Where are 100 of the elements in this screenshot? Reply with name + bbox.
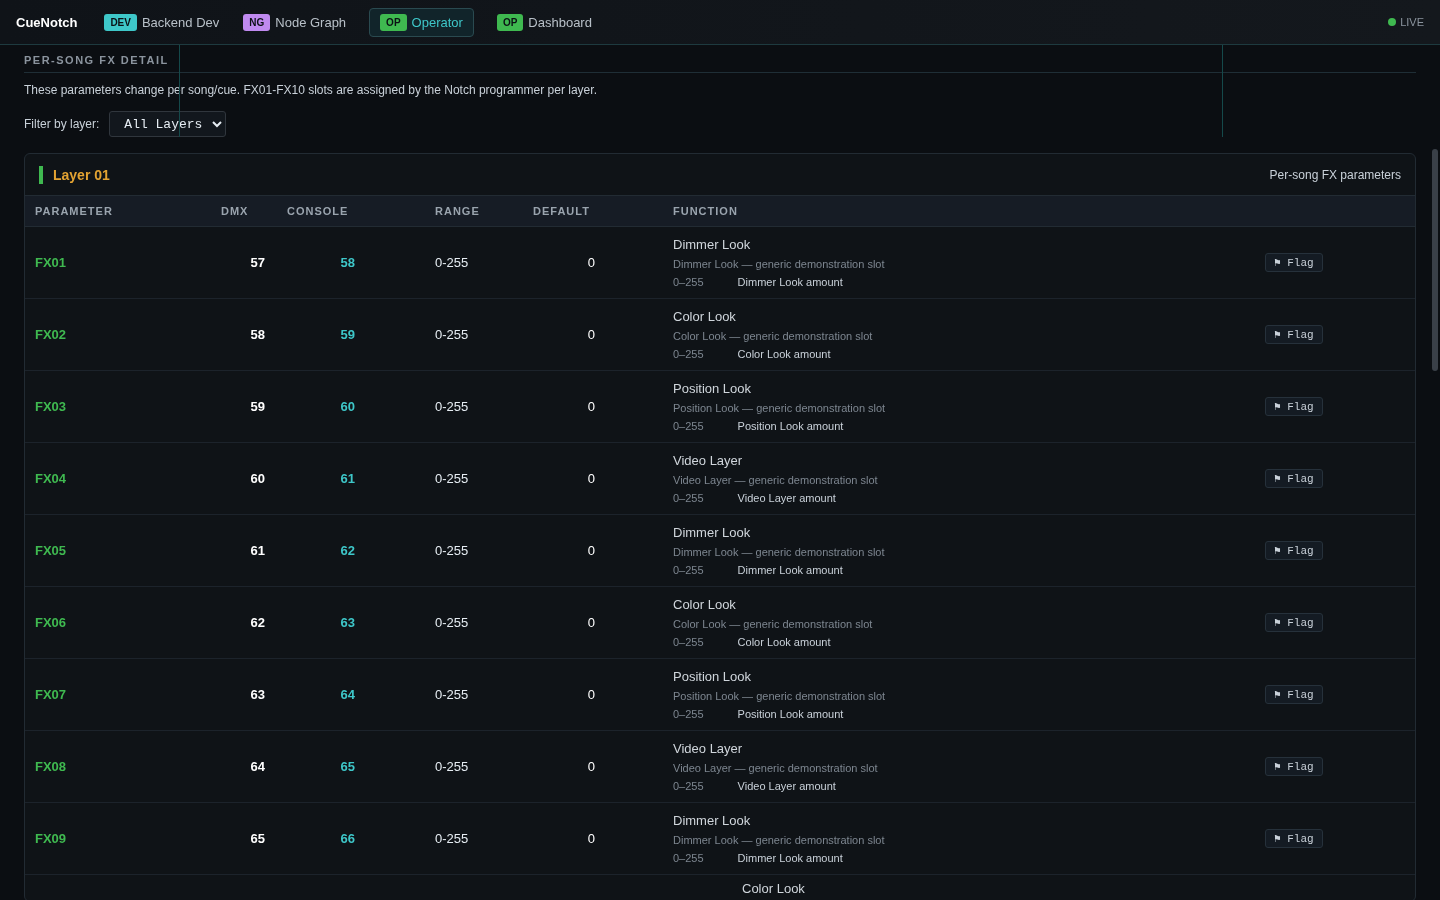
flag-button[interactable]: ⚑ Flag: [1265, 541, 1323, 560]
default-cell-text: 0: [586, 255, 595, 270]
function-range: 0–255: [673, 420, 704, 432]
function-description: Position Look — generic demonstration slot: [673, 690, 887, 702]
flag-button[interactable]: ⚑ Flag: [1265, 397, 1323, 416]
layer-subtitle: Per-song FX parameters: [1269, 167, 1401, 182]
mode-badge: NG: [243, 13, 271, 31]
dmx-cell-text: 62: [249, 615, 265, 630]
layer-filter-dropdown[interactable]: All Layers: [109, 111, 227, 137]
function-title: Position Look: [673, 381, 753, 396]
function-description: Video Layer — generic demonstration slot: [673, 762, 879, 774]
range-cell-text: 0-255: [434, 759, 470, 774]
flag-button[interactable]: ⚑ Flag: [1265, 613, 1323, 632]
flag-button[interactable]: ⚑ Flag: [1265, 253, 1323, 272]
function-range: 0–255: [673, 708, 704, 720]
parameter-cell-text: FX05: [34, 543, 68, 558]
column-header: DMX: [220, 205, 250, 217]
console-cell-text: 60: [339, 399, 355, 414]
function-title: Video Layer: [673, 453, 744, 468]
nav-tab[interactable]: OP Operator: [369, 7, 474, 37]
function-title: Color Look: [673, 309, 737, 324]
default-cell-text: 0: [586, 471, 595, 486]
function-amount-label: Video Layer amount: [737, 492, 836, 504]
console-cell-text: 66: [339, 831, 355, 846]
function-title: Color Look: [673, 597, 737, 612]
parameter-cell-text: FX01: [34, 255, 68, 270]
mode-badge: OP: [380, 13, 407, 31]
default-cell-text: 0: [586, 831, 595, 846]
console-cell-text: 63: [339, 615, 355, 630]
dmx-cell-text: 60: [249, 471, 265, 486]
function-amount-label: Position Look amount: [737, 420, 844, 432]
console-cell-text: 61: [339, 471, 355, 486]
parameter-cell-text: FX04: [34, 471, 68, 486]
flag-button[interactable]: ⚑ Flag: [1265, 829, 1323, 848]
function-amount-label: Position Look amount: [737, 708, 844, 720]
range-cell-text: 0-255: [434, 543, 470, 558]
function-title: Position Look: [673, 669, 753, 684]
console-cell-text: 64: [339, 687, 355, 702]
parameter-cell-text: FX06: [34, 615, 68, 630]
function-description: Dimmer Look — generic demonstration slot: [673, 834, 886, 846]
range-cell-text: 0-255: [434, 327, 470, 342]
function-title: Color Look: [742, 881, 806, 896]
range-cell-text: 0-255: [434, 687, 470, 702]
flag-button[interactable]: ⚑ Flag: [1265, 325, 1323, 344]
mode-badge: DEV: [104, 13, 137, 31]
flag-button[interactable]: ⚑ Flag: [1265, 757, 1323, 776]
function-amount-label: Dimmer Look amount: [737, 564, 843, 576]
nav-tab[interactable]: NG Node Graph: [242, 8, 348, 36]
parameter-cell-text: FX07: [34, 687, 68, 702]
flag-button[interactable]: ⚑ Flag: [1265, 469, 1323, 488]
function-title: Dimmer Look: [673, 525, 752, 540]
function-description: Position Look — generic demonstration slot: [673, 402, 887, 414]
nav-tab[interactable]: DEV Backend Dev: [103, 8, 221, 36]
console-cell-text: 62: [339, 543, 355, 558]
flag-button[interactable]: ⚑ Flag: [1265, 685, 1323, 704]
function-range: 0–255: [673, 564, 704, 576]
range-cell-text: 0-255: [434, 471, 470, 486]
function-description: Dimmer Look — generic demonstration slot: [673, 258, 886, 270]
function-title: Video Layer: [673, 741, 744, 756]
dmx-cell-text: 59: [249, 399, 265, 414]
function-amount-label: Dimmer Look amount: [737, 276, 843, 288]
dmx-cell-text: 63: [249, 687, 265, 702]
default-cell-text: 0: [586, 327, 595, 342]
default-cell-text: 0: [586, 687, 595, 702]
function-description: Color Look — generic demonstration slot: [673, 330, 874, 342]
dmx-cell-text: 61: [249, 543, 265, 558]
console-cell-text: 58: [339, 255, 355, 270]
range-cell-text: 0-255: [434, 255, 470, 270]
function-range: 0–255: [673, 348, 704, 360]
parameter-cell-text: FX02: [34, 327, 68, 342]
function-description: Color Look — generic demonstration slot: [673, 618, 874, 630]
console-cell-text: 59: [339, 327, 355, 342]
parameter-cell-text: FX03: [34, 399, 68, 414]
function-range: 0–255: [673, 852, 704, 864]
function-range: 0–255: [673, 276, 704, 288]
parameter-cell-text: FX09: [34, 831, 68, 846]
default-cell-text: 0: [586, 399, 595, 414]
function-range: 0–255: [673, 780, 704, 792]
function-amount-label: Dimmer Look amount: [737, 852, 843, 864]
function-amount-label: Color Look amount: [737, 348, 831, 360]
column-header: FUNCTION: [672, 205, 739, 217]
mode-badge: OP: [496, 13, 524, 31]
range-cell-text: 0-255: [434, 831, 470, 846]
function-description: Video Layer — generic demonstration slot: [673, 474, 879, 486]
function-range: 0–255: [673, 636, 704, 648]
section-title: PER-SONG FX DETAIL: [24, 45, 1416, 73]
default-cell-text: 0: [586, 543, 595, 558]
default-cell-text: 0: [586, 759, 595, 774]
scrollbar-thumb[interactable]: [1432, 149, 1438, 371]
dmx-cell-text: 57: [249, 255, 265, 270]
nav-tab[interactable]: OP Dashboard: [495, 8, 593, 36]
range-cell-text: 0-255: [434, 399, 470, 414]
function-amount-label: Color Look amount: [737, 636, 831, 648]
dmx-cell-text: 65: [249, 831, 265, 846]
column-header: DEFAULT: [532, 205, 591, 217]
app-logo: CueNotch: [16, 14, 78, 30]
default-cell-text: 0: [586, 615, 595, 630]
function-title: Dimmer Look: [673, 813, 752, 828]
live-status-icon: [1388, 18, 1397, 26]
function-title: Dimmer Look: [673, 237, 752, 252]
